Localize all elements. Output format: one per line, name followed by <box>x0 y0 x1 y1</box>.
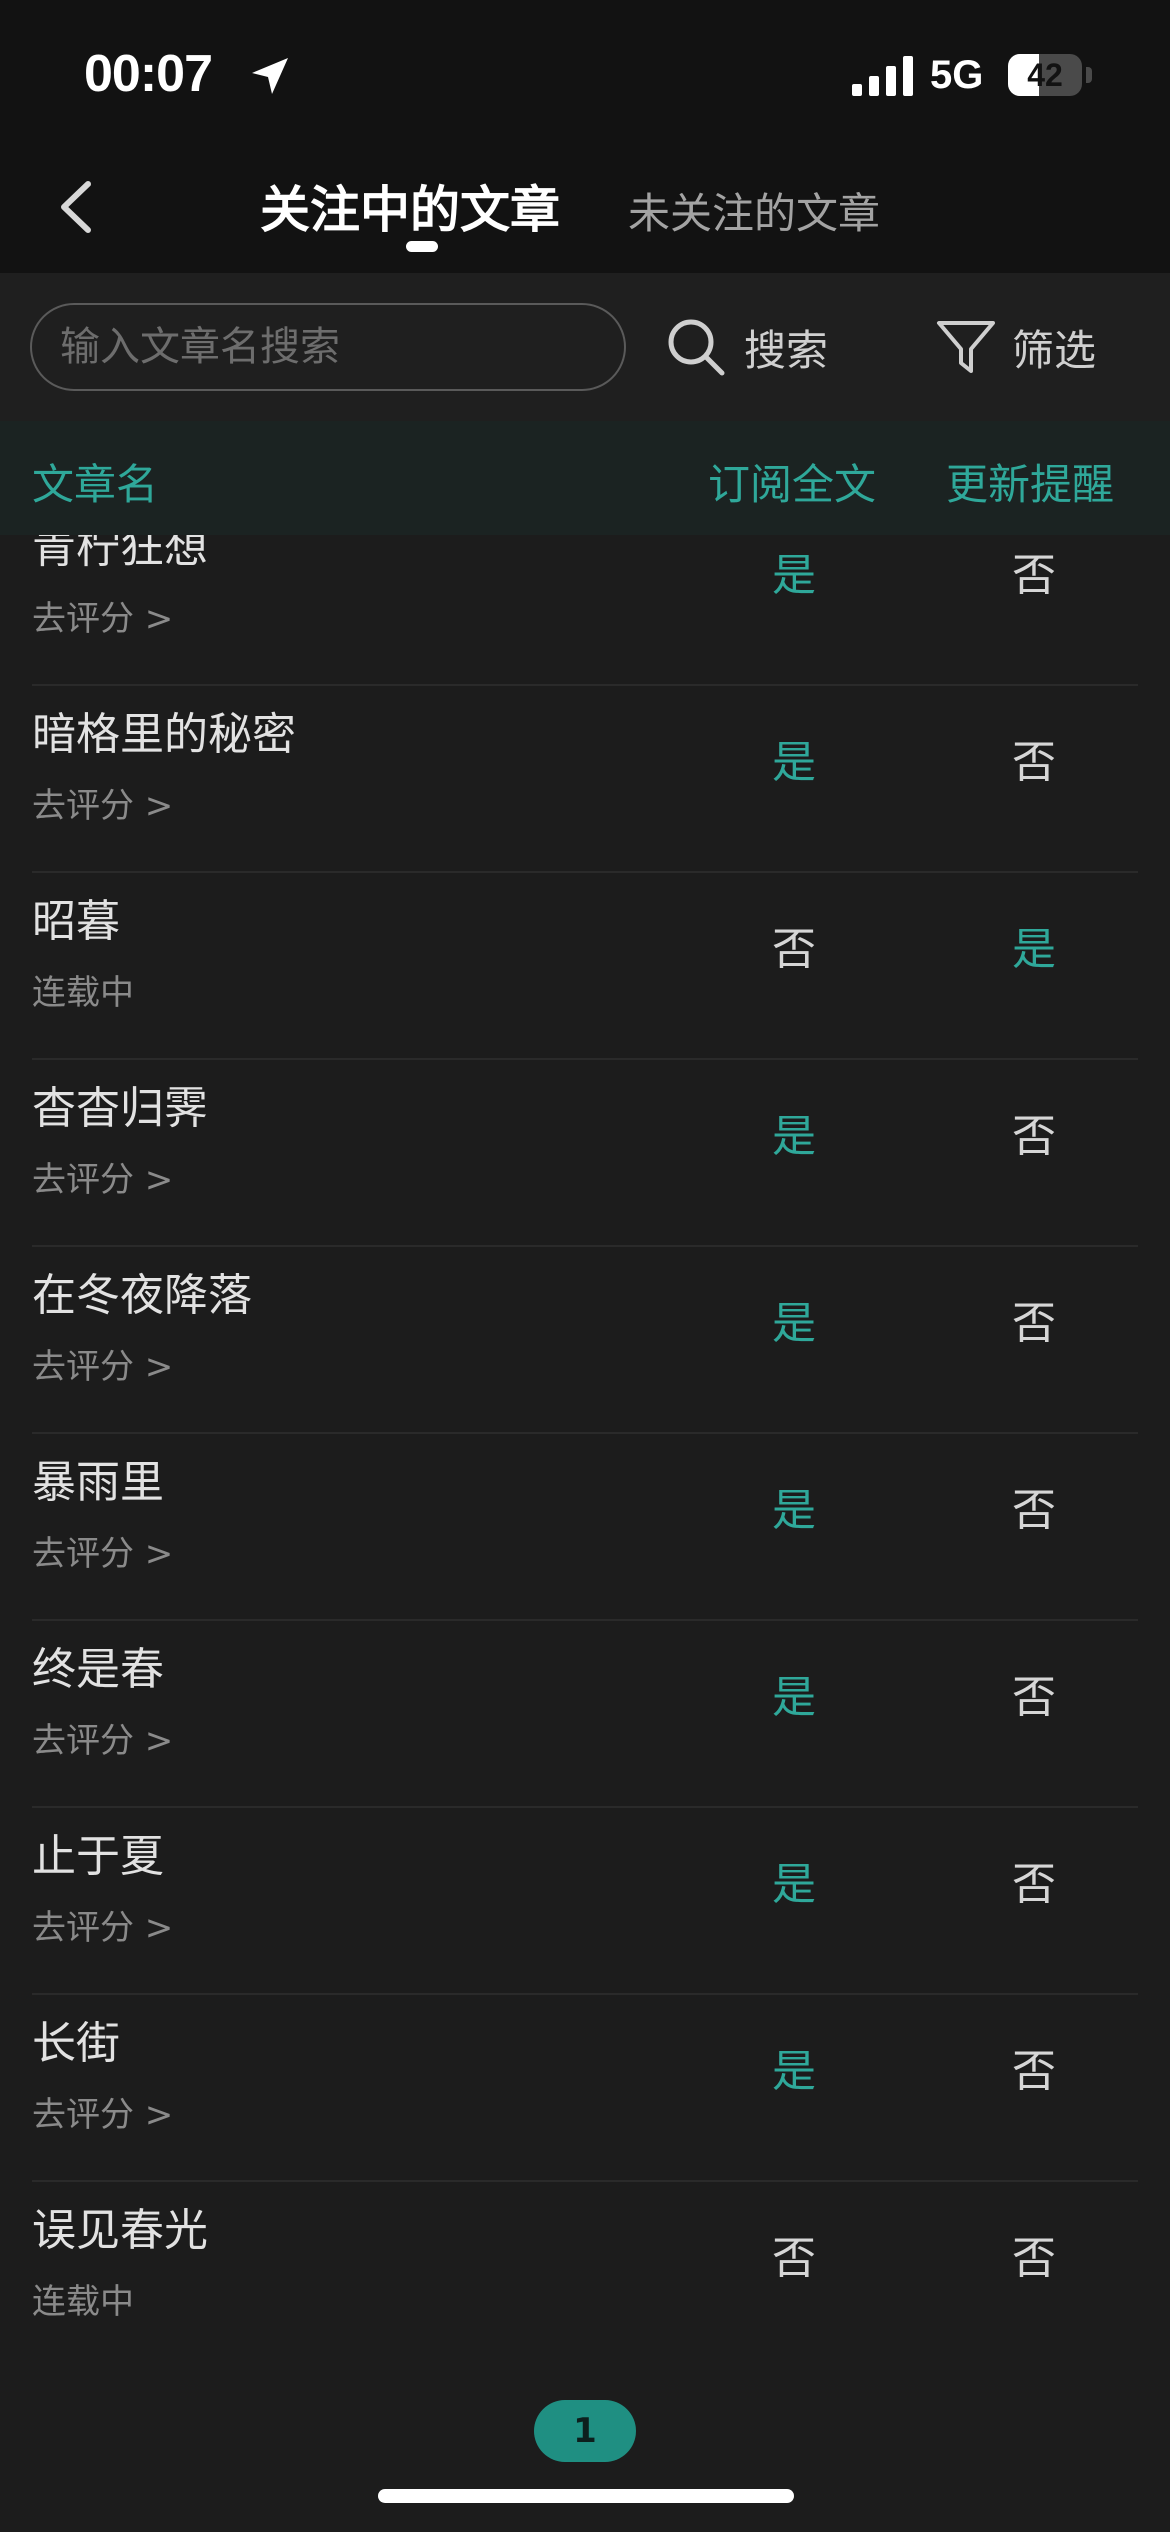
article-status: 连载中 <box>32 973 134 1013</box>
search-icon <box>668 319 725 376</box>
cellular-signal-icon <box>852 56 913 96</box>
battery-icon: 42 <box>1008 54 1082 96</box>
article-status[interactable]: 去评分 > <box>32 1339 173 1388</box>
update-reminder-value[interactable]: 否 <box>994 1474 1074 1538</box>
table-row[interactable]: 青柠狂想 去评分 > 是 否 <box>0 535 1170 686</box>
page-indicator[interactable]: 1 <box>534 2400 636 2462</box>
tab-following-articles[interactable]: 关注中的文章 <box>260 170 560 242</box>
battery-nub <box>1086 67 1092 83</box>
header-update-reminder: 更新提醒 <box>946 460 1115 509</box>
subscribe-full-value[interactable]: 是 <box>754 1474 834 1538</box>
location-arrow-icon <box>252 58 288 94</box>
header-article-name: 文章名 <box>32 460 159 509</box>
table-row[interactable]: 暴雨里 去评分 > 是 否 <box>0 1434 1170 1621</box>
article-status[interactable]: 去评分 > <box>32 1713 173 1762</box>
update-reminder-value[interactable]: 否 <box>994 1287 1074 1351</box>
home-indicator[interactable] <box>378 2489 794 2503</box>
article-title: 误见春光 <box>32 2205 208 2256</box>
article-status[interactable]: 去评分 > <box>32 778 173 827</box>
article-status[interactable]: 去评分 > <box>32 591 173 640</box>
header-subscribe-full: 订阅全文 <box>708 460 877 509</box>
search-bar: 搜索 筛选 <box>0 273 1170 421</box>
table-row[interactable]: 误见春光 连载中 否 否 <box>0 2182 1170 2325</box>
update-reminder-value[interactable]: 否 <box>994 1848 1074 1912</box>
article-title: 终是春 <box>32 1644 164 1695</box>
battery-level: 42 <box>1027 57 1063 93</box>
update-reminder-value[interactable]: 否 <box>994 539 1074 603</box>
article-title: 杳杳归霁 <box>32 1083 208 1134</box>
filter-funnel-icon <box>937 321 995 373</box>
subscribe-full-value[interactable]: 否 <box>754 913 834 977</box>
active-tab-indicator <box>406 241 438 252</box>
subscribe-full-value[interactable]: 是 <box>754 726 834 790</box>
article-list: 青柠狂想 去评分 > 是 否 暗格里的秘密 去评分 > 是 否 昭暮 连载中 否… <box>0 535 1170 2325</box>
table-row[interactable]: 昭暮 连载中 否 是 <box>0 873 1170 1060</box>
subscribe-full-value[interactable]: 是 <box>754 1287 834 1351</box>
article-title: 止于夏 <box>32 1831 164 1882</box>
tab-unfollowed-articles[interactable]: 未关注的文章 <box>628 180 880 241</box>
update-reminder-value[interactable]: 是 <box>994 913 1074 977</box>
article-status[interactable]: 去评分 > <box>32 1526 173 1575</box>
article-title: 昭暮 <box>32 896 120 947</box>
search-button-label: 搜索 <box>744 325 829 375</box>
table-row[interactable]: 在冬夜降落 去评分 > 是 否 <box>0 1247 1170 1434</box>
subscribe-full-value[interactable]: 是 <box>754 2035 834 2099</box>
article-title: 在冬夜降落 <box>32 1270 252 1321</box>
article-status[interactable]: 去评分 > <box>32 1152 173 1201</box>
table-row[interactable]: 终是春 去评分 > 是 否 <box>0 1621 1170 1808</box>
update-reminder-value[interactable]: 否 <box>994 2222 1074 2286</box>
table-row[interactable]: 杳杳归霁 去评分 > 是 否 <box>0 1060 1170 1247</box>
subscribe-full-value[interactable]: 是 <box>754 1848 834 1912</box>
subscribe-full-value[interactable]: 是 <box>754 1661 834 1725</box>
search-button[interactable]: 搜索 <box>664 309 844 385</box>
table-row[interactable]: 暗格里的秘密 去评分 > 是 否 <box>0 686 1170 873</box>
top-nav: 关注中的文章 未关注的文章 <box>0 150 1170 273</box>
update-reminder-value[interactable]: 否 <box>994 2035 1074 2099</box>
subscribe-full-value[interactable]: 否 <box>754 2222 834 2286</box>
update-reminder-value[interactable]: 否 <box>994 1661 1074 1725</box>
table-row[interactable]: 止于夏 去评分 > 是 否 <box>0 1808 1170 1995</box>
article-status[interactable]: 去评分 > <box>32 1900 173 1949</box>
filter-button-label: 筛选 <box>1012 325 1097 375</box>
table-header: 文章名 订阅全文 更新提醒 <box>0 421 1170 535</box>
status-time: 00:07 <box>84 45 213 103</box>
article-status[interactable]: 去评分 > <box>32 2087 173 2136</box>
article-title: 青柠狂想 <box>32 535 208 573</box>
article-title: 暗格里的秘密 <box>32 709 296 760</box>
update-reminder-value[interactable]: 否 <box>994 1100 1074 1164</box>
back-chevron-icon[interactable] <box>48 172 108 242</box>
article-title: 暴雨里 <box>32 1457 164 1508</box>
table-row[interactable]: 长街 去评分 > 是 否 <box>0 1995 1170 2182</box>
article-status: 连载中 <box>32 2282 134 2322</box>
network-type: 5G <box>930 53 984 97</box>
subscribe-full-value[interactable]: 是 <box>754 1100 834 1164</box>
update-reminder-value[interactable]: 否 <box>994 726 1074 790</box>
search-input[interactable] <box>30 303 626 391</box>
status-bar: 00:07 5G 42 <box>0 0 1170 150</box>
article-title: 长街 <box>32 2018 120 2069</box>
filter-button[interactable]: 筛选 <box>934 309 1134 385</box>
subscribe-full-value[interactable]: 是 <box>754 539 834 603</box>
